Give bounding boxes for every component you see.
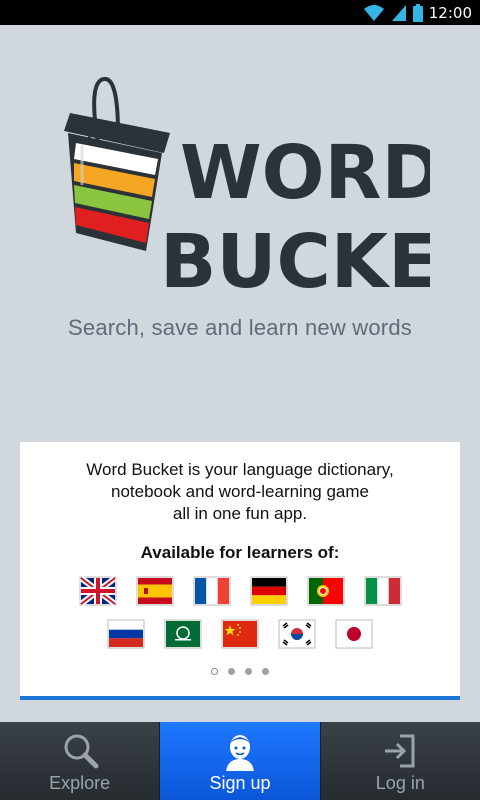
logo-bucket-text: BUCKET [160,219,430,303]
word-bucket-logo: WORD BUCKET [64,77,430,303]
tab-log-in[interactable]: Log in [320,722,480,800]
tab-log-in-label: Log in [375,773,425,793]
description-line-2: notebook and word-learning game [110,482,369,501]
wifi-icon [363,4,384,21]
battery-icon [412,3,423,22]
south-korea-flag-icon [277,618,317,650]
tab-sign-up[interactable]: Sign up [160,722,321,800]
spain-flag-icon [135,575,175,607]
hero-section: WORD BUCKET Search, save and learn new w… [0,25,480,425]
info-card[interactable]: Word Bucket is your language dictionary,… [20,442,460,700]
description-line-1: Word Bucket is your language dictionary, [86,460,394,479]
italy-flag-icon [363,575,403,607]
china-flag-icon [220,618,260,650]
tab-explore[interactable]: Explore [0,722,161,800]
card-description: Word Bucket is your language dictionary,… [20,459,460,525]
status-icons: 12:00 [363,2,472,23]
japan-flag-icon [334,618,374,650]
russia-flag-icon [106,618,146,650]
magnifier-icon [64,734,99,769]
available-label: Available for learners of: [140,543,340,562]
page-indicator[interactable] [20,668,460,675]
france-flag-icon [192,575,232,607]
saudi-arabia-flag-icon [163,618,203,650]
tagline: Search, save and learn new words [68,315,412,340]
uk-flag-icon [78,575,118,607]
bottom-nav: Explore Sign up Log in [0,722,480,800]
page-dot-3[interactable] [245,668,252,675]
status-bar: 12:00 [0,0,480,25]
page-dot-1[interactable] [211,668,218,675]
portugal-flag-icon [306,575,346,607]
flags-row-2 [20,618,460,650]
page-dot-2[interactable] [228,668,235,675]
status-time: 12:00 [428,3,472,22]
logo-word-text: WORD [180,130,430,216]
flags-row-1 [20,575,460,607]
page-dot-4[interactable] [262,668,269,675]
user-icon [225,735,254,771]
login-arrow-icon [385,734,415,768]
germany-flag-icon [249,575,289,607]
tab-explore-label: Explore [49,773,111,793]
description-line-3: all in one fun app. [172,504,308,523]
signal-icon [391,4,406,21]
tab-sign-up-label: Sign up [209,773,271,793]
